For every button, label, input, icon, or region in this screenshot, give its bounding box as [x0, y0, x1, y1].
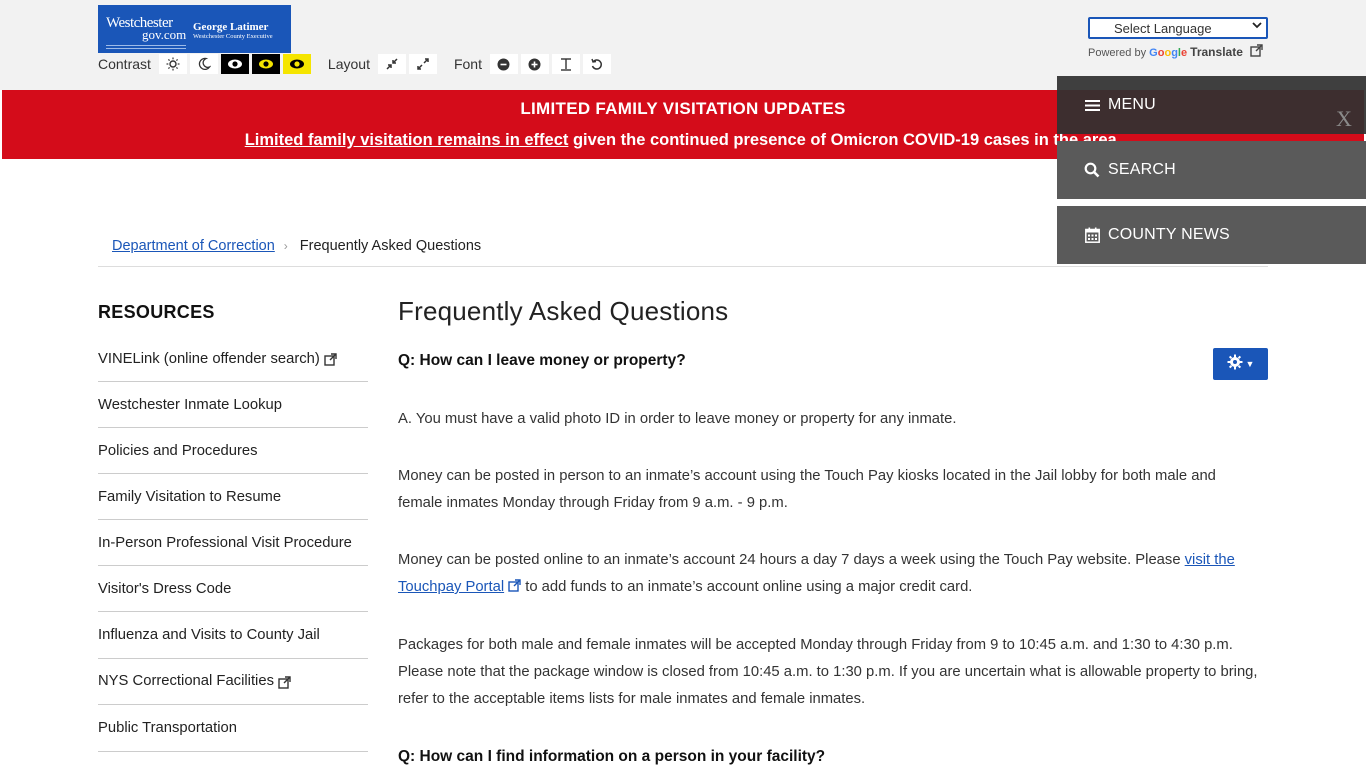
- sidebar-item-policies[interactable]: Policies and Procedures: [98, 428, 368, 474]
- sidebar-item-inmate-lookup[interactable]: Westchester Inmate Lookup: [98, 382, 368, 428]
- search-button[interactable]: SEARCH: [1057, 141, 1366, 199]
- font-label: Font: [453, 56, 482, 72]
- county-news-button[interactable]: COUNTY NEWS: [1057, 206, 1366, 264]
- sidebar-item-vinelink[interactable]: VINELink (online offender search): [98, 336, 368, 382]
- sidebar-item-label: NYS Correctional Facilities: [98, 673, 274, 690]
- sun-icon[interactable]: [158, 54, 187, 74]
- caret-down-icon: ▼: [1245, 359, 1255, 369]
- powered-by-text: Powered by: [1088, 47, 1147, 59]
- sidebar-item-family-visitation[interactable]: Family Visitation to Resume: [98, 474, 368, 520]
- moon-icon[interactable]: [189, 54, 218, 74]
- alert-link[interactable]: Limited family visitation remains in eff…: [245, 131, 569, 149]
- sidebar-item-professional-visit[interactable]: In-Person Professional Visit Procedure: [98, 520, 368, 566]
- accessibility-toolbar: Contrast Layout Font: [98, 54, 614, 74]
- text-format-icon[interactable]: [551, 54, 580, 74]
- faq-paragraph-kiosks: Money can be posted in person to an inma…: [398, 468, 1216, 511]
- language-select[interactable]: Select Language: [1088, 17, 1268, 39]
- eye-icon-black-on-yellow[interactable]: [282, 54, 311, 74]
- online-text-before: Money can be posted online to an inmate’…: [398, 552, 1185, 568]
- sidebar-item-label: In-Person Professional Visit Procedure: [98, 534, 352, 551]
- page-title: Frequently Asked Questions: [398, 296, 729, 326]
- google-logo-text: Google: [1149, 47, 1188, 59]
- powered-by-google: Powered by Google Translate: [1088, 43, 1263, 59]
- breadcrumb-parent-link[interactable]: Department of Correction: [112, 238, 275, 254]
- faq-paragraph-packages: Packages for both male and female inmate…: [398, 637, 1258, 707]
- sidebar-item-label: Visitor's Dress Code: [98, 580, 232, 597]
- compress-icon[interactable]: [377, 54, 406, 74]
- divider: [98, 266, 1268, 267]
- sidebar-item-label: Public Transportation: [98, 719, 238, 736]
- menu-button[interactable]: MENU: [1057, 76, 1366, 134]
- logo-exec-title: Westchester County Executive: [193, 33, 273, 40]
- logo-domain-text: gov.com: [142, 27, 187, 42]
- breadcrumb: Department of Correction › Frequently As…: [112, 238, 481, 254]
- westchester-logo[interactable]: Westchester gov.com George Latimer Westc…: [98, 5, 291, 53]
- font-decrease-icon[interactable]: [489, 54, 518, 74]
- chevron-down-icon: [1252, 20, 1262, 33]
- sidebar-list: VINELink (online offender search) Westch…: [98, 336, 368, 752]
- eye-icon-yellow-on-black[interactable]: [251, 54, 280, 74]
- logo-exec-name: George Latimer: [193, 21, 269, 33]
- sidebar-item-public-transportation[interactable]: Public Transportation: [98, 705, 368, 752]
- faq-paragraph-online: Money can be posted online to an inmate’…: [398, 547, 1258, 601]
- layout-label: Layout: [327, 56, 370, 72]
- language-select-value: Select Language: [1114, 20, 1212, 36]
- alert-message-rest: given the continued presence of Omicron …: [568, 131, 1122, 149]
- sidebar-item-label: Influenza and Visits to County Jail: [98, 626, 320, 643]
- gear-icon: [1227, 354, 1243, 375]
- sidebar-item-influenza[interactable]: Influenza and Visits to County Jail: [98, 612, 368, 659]
- eye-icon-dark[interactable]: [220, 54, 249, 74]
- county-news-label: COUNTY NEWS: [1108, 226, 1230, 243]
- sidebar-item-nys-facilities[interactable]: NYS Correctional Facilities: [98, 659, 368, 705]
- sidebar-item-label: VINELink (online offender search): [98, 350, 320, 367]
- menu-label: MENU: [1108, 96, 1156, 113]
- online-text-after: to add funds to an inmate’s account onli…: [521, 579, 973, 595]
- main-content: Frequently Asked Questions Q: How can I …: [398, 296, 1268, 765]
- sidebar-item-label: Family Visitation to Resume: [98, 488, 282, 505]
- expand-icon[interactable]: [408, 54, 437, 74]
- search-label: SEARCH: [1108, 161, 1176, 178]
- translate-link[interactable]: Translate: [1190, 45, 1243, 59]
- search-icon: [1083, 162, 1101, 178]
- sidebar-item-label: Westchester Inmate Lookup: [98, 396, 282, 413]
- faq-answer-1: A. You must have a valid photo ID in ord…: [398, 411, 957, 427]
- external-link-icon: [508, 579, 521, 592]
- sidebar-title: RESOURCES: [98, 302, 215, 322]
- font-increase-icon[interactable]: [520, 54, 549, 74]
- faq-question-1: Q: How can I leave money or property?: [398, 352, 686, 369]
- sidebar-item-label: Policies and Procedures: [98, 442, 258, 459]
- external-link-icon: [278, 676, 291, 689]
- contrast-label: Contrast: [98, 56, 151, 72]
- close-menu-button[interactable]: X: [1336, 106, 1352, 132]
- chevron-right-icon: ›: [283, 239, 288, 253]
- hamburger-icon: [1083, 99, 1101, 112]
- external-link-icon: [324, 353, 337, 366]
- page-tools-button[interactable]: ▼: [1213, 348, 1268, 380]
- sidebar-item-dress-code[interactable]: Visitor's Dress Code: [98, 566, 368, 612]
- calendar-icon: [1083, 227, 1101, 243]
- breadcrumb-current: Frequently Asked Questions: [299, 238, 482, 254]
- faq-question-2: Q: How can I find information on a perso…: [398, 748, 826, 765]
- logo-lines: [106, 45, 186, 49]
- reset-icon[interactable]: [582, 54, 611, 74]
- external-link-icon: [1250, 44, 1263, 57]
